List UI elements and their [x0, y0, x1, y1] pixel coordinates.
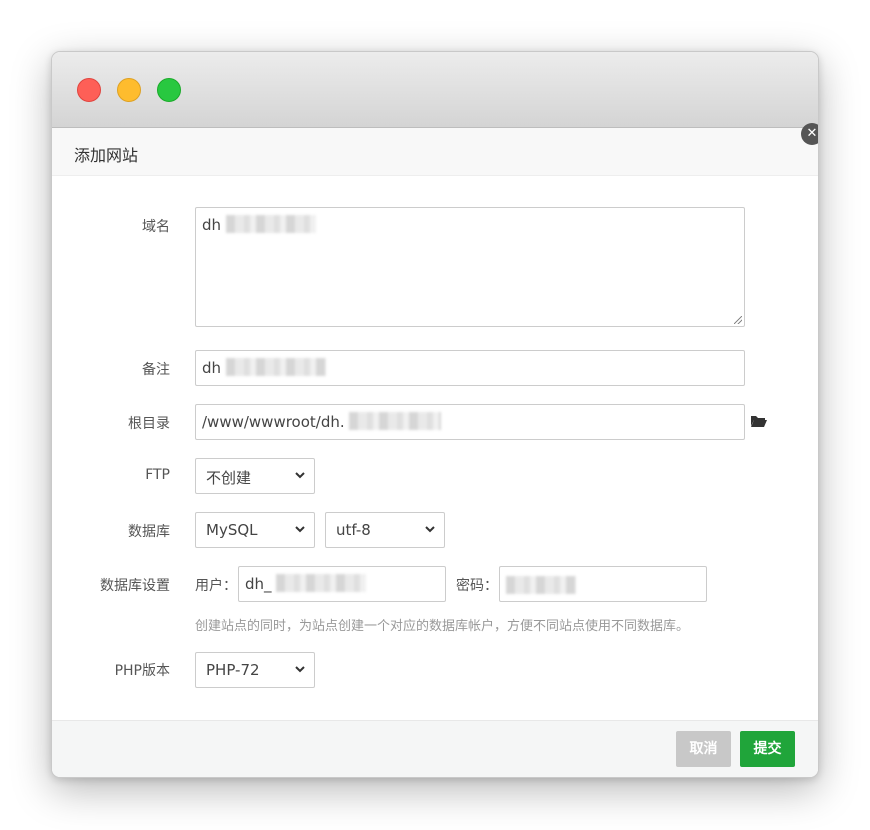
submit-button[interactable]: 提交 — [740, 731, 795, 767]
domain-value: dh — [202, 216, 222, 234]
dialog-header: 添加网站 — [52, 128, 818, 176]
root-dir-input[interactable]: /www/wwwroot/dh. — [195, 404, 745, 440]
domain-textarea[interactable]: dh — [195, 207, 745, 327]
dialog-title: 添加网站 — [74, 146, 139, 165]
php-version-selected: PHP-72 — [206, 661, 260, 679]
window-titlebar — [52, 52, 818, 128]
php-label: PHP版本 — [114, 663, 170, 679]
root-label: 根目录 — [128, 416, 170, 432]
remark-input[interactable]: dh — [195, 350, 745, 386]
redacted-text — [276, 573, 367, 592]
cancel-button[interactable]: 取消 — [676, 731, 731, 767]
folder-open-icon[interactable] — [750, 414, 768, 428]
database-type-selected: MySQL — [206, 521, 258, 539]
database-charset-select[interactable]: utf-8 — [325, 512, 445, 548]
window-maximize-button[interactable] — [157, 78, 181, 102]
redacted-text — [506, 575, 576, 594]
redacted-text — [225, 357, 326, 376]
ftp-selected: 不创建 — [206, 469, 252, 487]
database-type-select[interactable]: MySQL — [195, 512, 315, 548]
chevron-down-icon — [295, 472, 305, 479]
ftp-select[interactable]: 不创建 — [195, 458, 315, 494]
database-label: 数据库 — [128, 524, 170, 540]
window-minimize-button[interactable] — [117, 78, 141, 102]
db-password-input[interactable] — [499, 566, 707, 602]
redacted-text — [349, 411, 442, 430]
dialog-footer: 取消 提交 — [52, 720, 818, 777]
chevron-down-icon — [425, 526, 435, 533]
chevron-down-icon — [295, 526, 305, 533]
database-charset-selected: utf-8 — [336, 521, 371, 539]
db-user-label: 用户： — [195, 578, 237, 594]
remark-value: dh — [202, 359, 222, 377]
window-close-button[interactable] — [77, 78, 101, 102]
close-icon[interactable]: ✕ — [801, 123, 818, 145]
root-dir-value: /www/wwwroot/dh. — [202, 413, 345, 431]
chevron-down-icon — [295, 666, 305, 673]
app-window: 添加网站 ✕ 域名 dh 备注 dh 根目录 /www/wwwroot/dh. … — [51, 51, 819, 778]
domain-label: 域名 — [142, 219, 170, 235]
db-settings-label: 数据库设置 — [100, 578, 170, 594]
db-user-input[interactable]: dh_ — [238, 566, 446, 602]
php-version-select[interactable]: PHP-72 — [195, 652, 315, 688]
ftp-label: FTP — [145, 467, 170, 483]
resize-handle[interactable] — [734, 316, 742, 324]
db-hint-text: 创建站点的同时，为站点创建一个对应的数据库帐户，方便不同站点使用不同数据库。 — [195, 619, 690, 634]
redacted-text — [225, 214, 316, 233]
db-password-label: 密码： — [456, 578, 498, 594]
remark-label: 备注 — [142, 362, 170, 378]
db-user-value: dh_ — [245, 575, 272, 593]
